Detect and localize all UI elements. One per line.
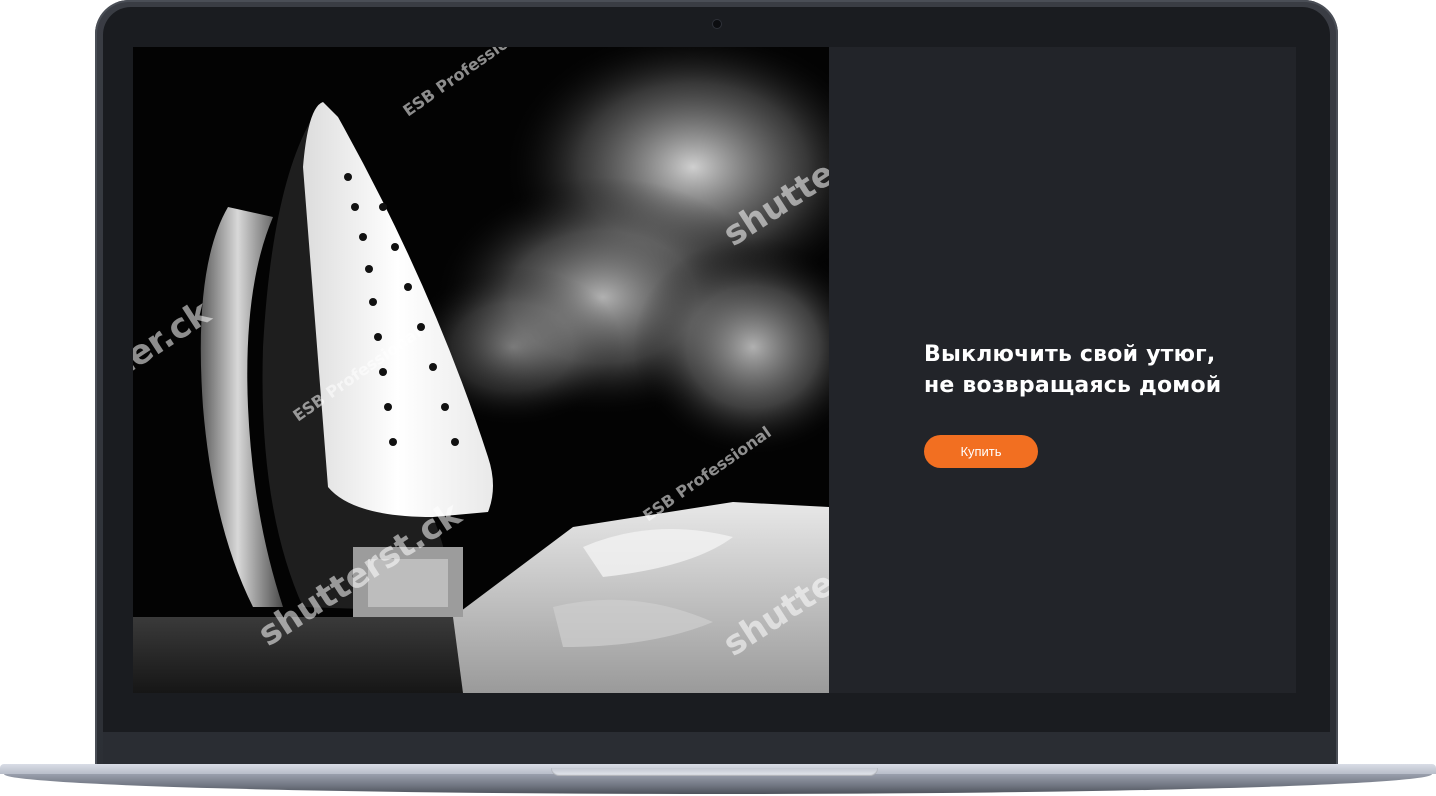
- laptop-base-body: [4, 774, 1432, 794]
- promo-block: Выключить свой утюг, не возвращаясь домо…: [924, 339, 1264, 468]
- hero-photo: shutterst shutterst.ck shutterst ter.ck …: [133, 47, 829, 693]
- iron-photo-illustration: shutterst shutterst.ck shutterst ter.ck …: [133, 47, 829, 693]
- headline-line-1: Выключить свой утюг,: [924, 342, 1216, 367]
- laptop-screen: shutterst shutterst.ck shutterst ter.ck …: [133, 47, 1296, 693]
- laptop-opening-notch: [551, 768, 878, 776]
- camera-icon: [713, 20, 721, 28]
- laptop-mockup: shutterst shutterst.ck shutterst ter.ck …: [0, 0, 1436, 796]
- laptop-base: [0, 764, 1436, 796]
- promo-headline: Выключить свой утюг, не возвращаясь домо…: [924, 339, 1264, 401]
- buy-button[interactable]: Купить: [924, 435, 1038, 468]
- headline-line-2: не возвращаясь домой: [924, 373, 1222, 398]
